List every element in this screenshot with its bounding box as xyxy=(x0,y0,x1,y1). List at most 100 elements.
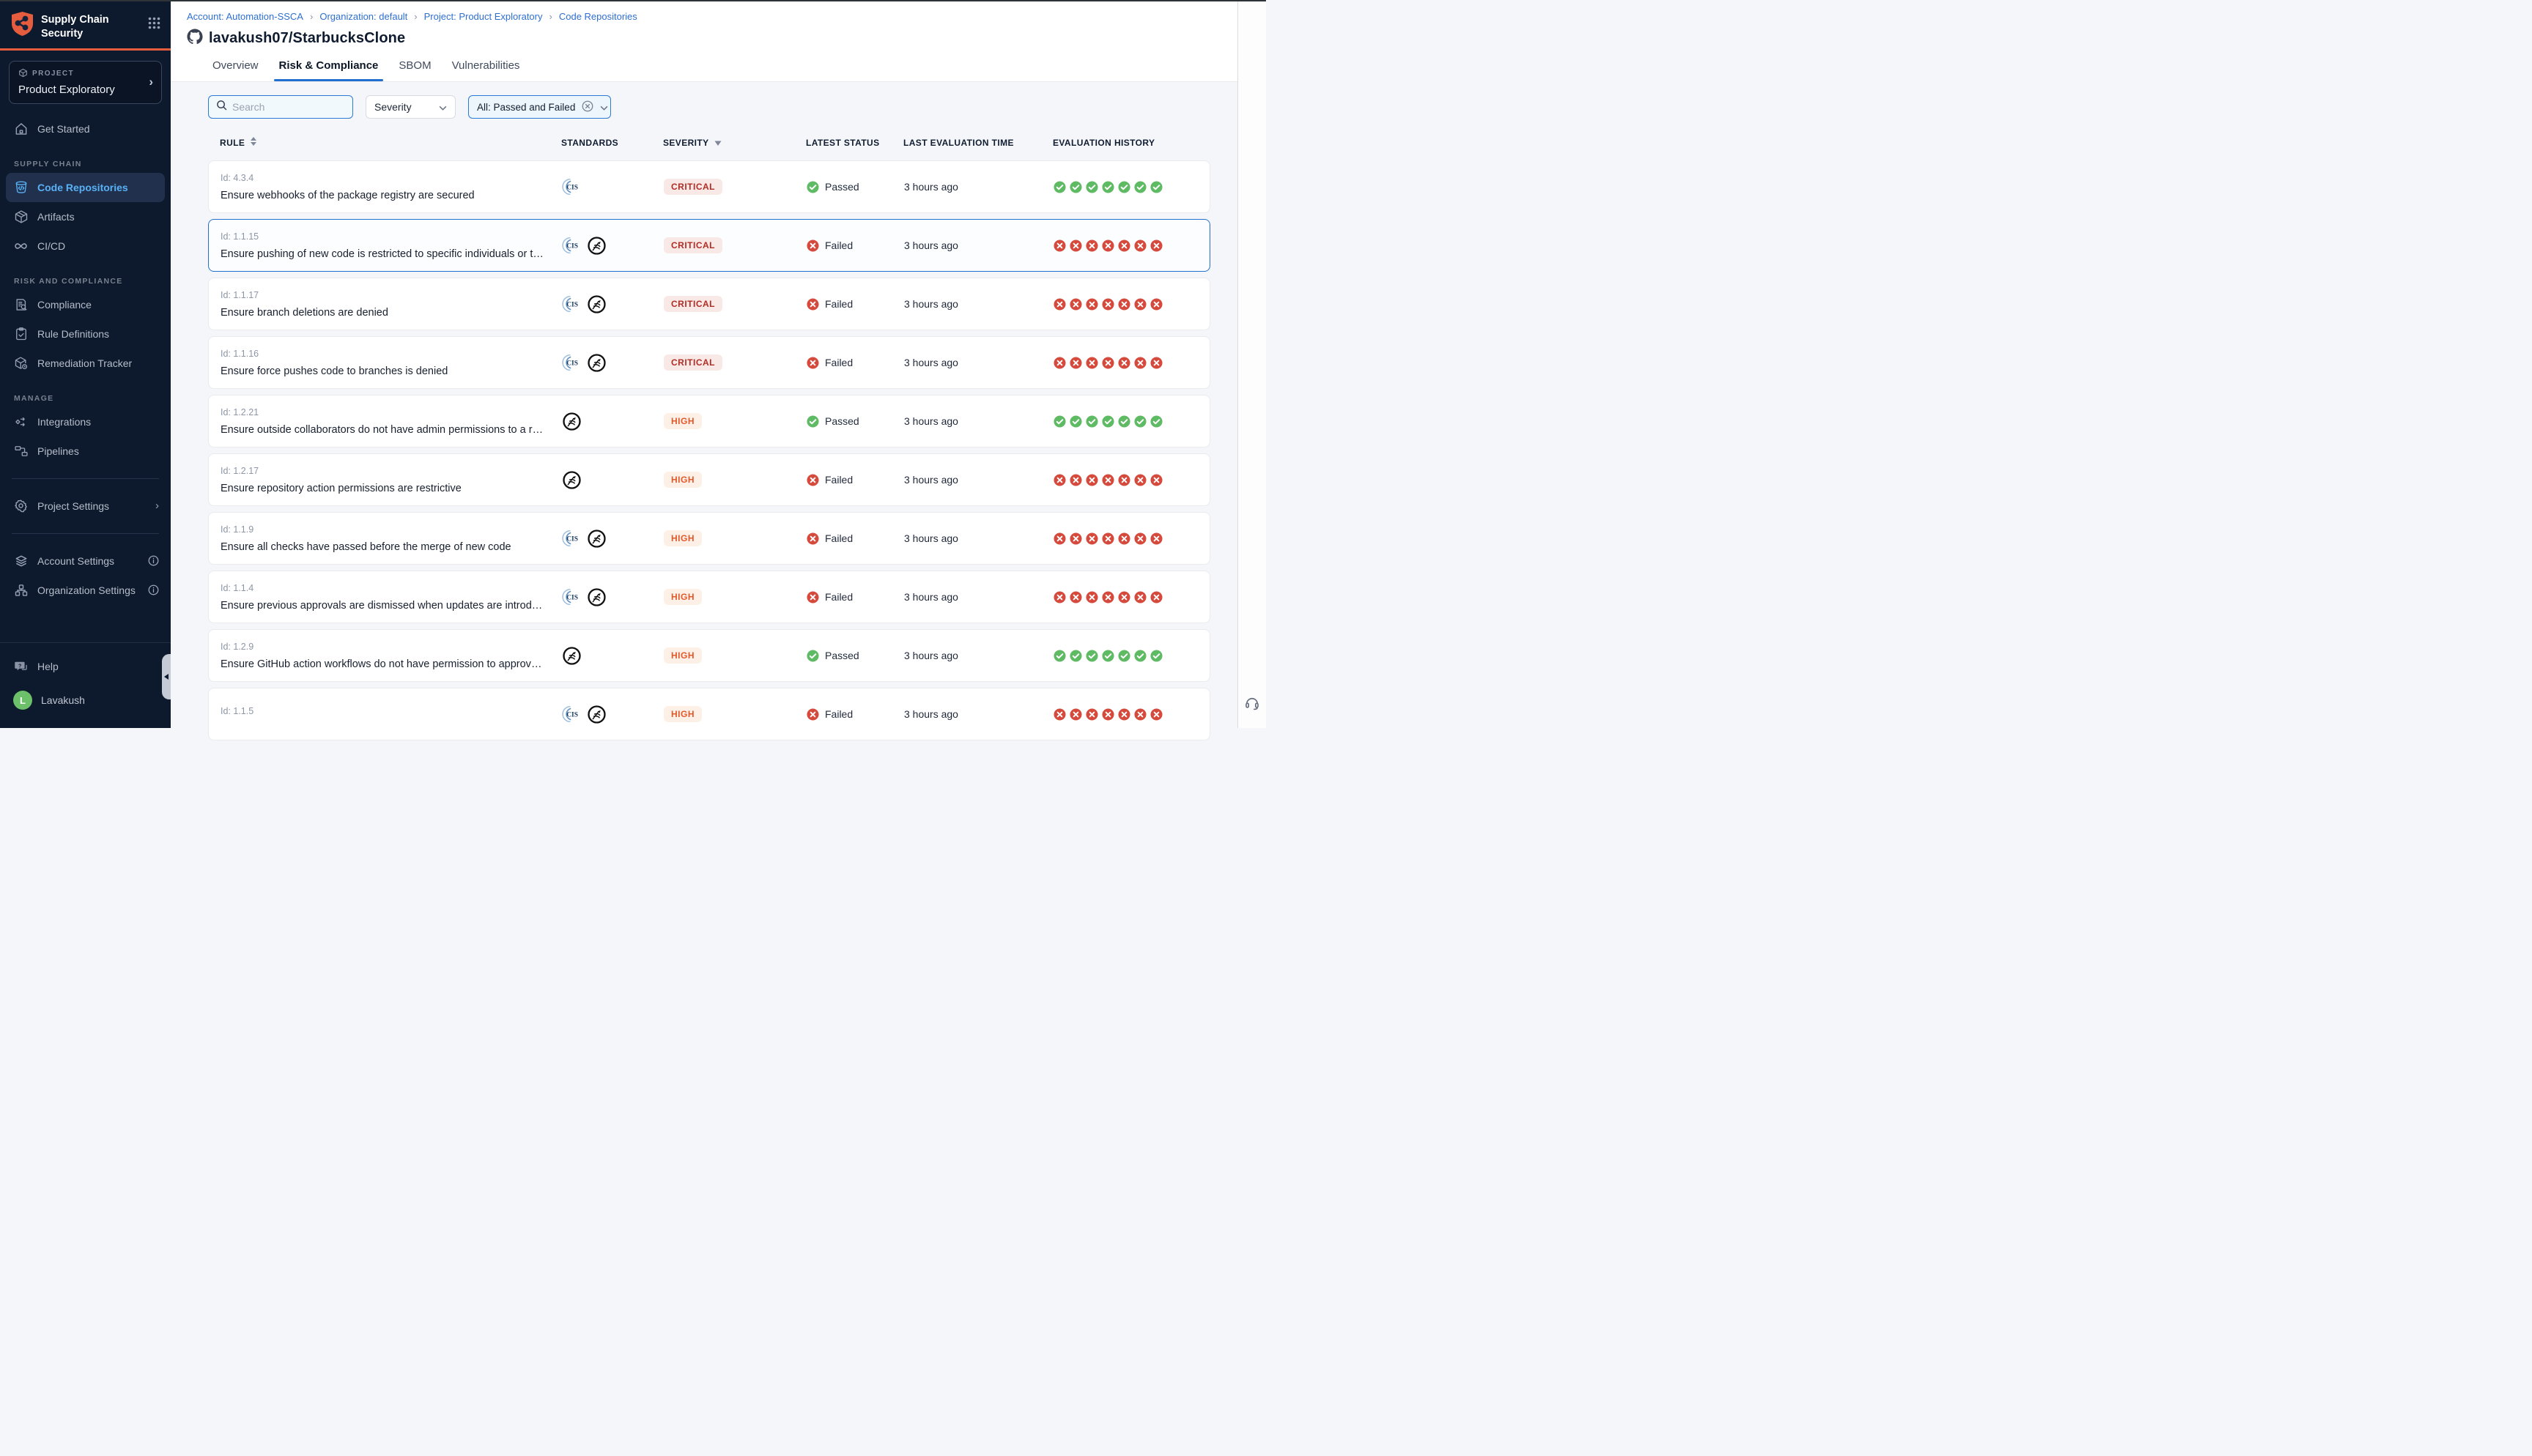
breadcrumb-item[interactable]: Account: Automation-SSCA xyxy=(187,11,303,22)
info-icon[interactable] xyxy=(148,555,159,566)
evaluation-fail-icon xyxy=(1102,532,1114,545)
tab-sbom[interactable]: SBOM xyxy=(397,59,432,81)
evaluation-fail-icon xyxy=(1102,474,1114,486)
sidebar-item-rule-definitions[interactable]: Rule Definitions xyxy=(6,319,165,349)
evaluation-fail-icon xyxy=(1086,591,1098,603)
severity-badge: HIGH xyxy=(664,472,702,488)
evaluation-history xyxy=(1054,708,1210,721)
rule-id: Id: 1.1.4 xyxy=(221,583,562,593)
evaluation-fail-icon xyxy=(1102,591,1114,603)
layers-gear-icon xyxy=(13,553,29,568)
severity-badge: HIGH xyxy=(664,413,702,429)
table-row[interactable]: Id: 1.1.15Ensure pushing of new code is … xyxy=(208,219,1210,272)
evaluation-fail-icon xyxy=(1118,357,1130,369)
svg-text:CIS: CIS xyxy=(566,360,578,368)
sidebar-section-label: RISK AND COMPLIANCE xyxy=(14,277,171,286)
status-failed-icon xyxy=(807,591,819,603)
tab-overview[interactable]: Overview xyxy=(211,59,260,81)
sidebar-item-user[interactable]: L Lavakush xyxy=(6,683,165,718)
column-header-evaluation-history: EVALUATION HISTORY xyxy=(1053,138,1155,148)
sidebar-item-compliance[interactable]: Compliance xyxy=(6,290,165,319)
module-switcher-icon[interactable] xyxy=(148,11,160,33)
evaluation-fail-icon xyxy=(1118,708,1130,721)
info-icon[interactable] xyxy=(148,584,159,595)
breadcrumb-item[interactable]: Code Repositories xyxy=(559,11,637,22)
right-gutter xyxy=(1237,1,1266,728)
table-row[interactable]: Id: 1.2.17Ensure repository action permi… xyxy=(208,453,1210,506)
evaluation-fail-icon xyxy=(1070,357,1082,369)
breadcrumb-item[interactable]: Organization: default xyxy=(319,11,407,22)
severity-filter-dropdown[interactable]: Severity xyxy=(366,95,456,119)
project-selector[interactable]: PROJECT Product Exploratory › xyxy=(9,61,162,104)
table-row[interactable]: Id: 1.2.9Ensure GitHub action workflows … xyxy=(208,629,1210,682)
evaluation-pass-icon xyxy=(1134,181,1147,193)
evaluation-history xyxy=(1054,591,1210,603)
standards-cell: CIS xyxy=(562,177,664,196)
table-header: RULE STANDARDS SEVERITY LATEST STATUS LA… xyxy=(208,136,1210,149)
breadcrumb-separator: › xyxy=(414,11,417,22)
project-label: PROJECT xyxy=(32,70,74,78)
sidebar-item-label: Rule Definitions xyxy=(37,328,109,340)
sidebar-item-help[interactable]: ? Help xyxy=(6,650,165,683)
gear-icon xyxy=(13,498,29,513)
sidebar-item-label: Compliance xyxy=(37,299,92,311)
sidebar-item-project-settings[interactable]: Project Settings › xyxy=(6,491,165,521)
clear-filter-icon[interactable] xyxy=(582,100,593,114)
sidebar-item-get-started[interactable]: Get Started xyxy=(6,114,165,144)
latest-status-cell: Failed xyxy=(807,532,904,545)
evaluation-fail-icon xyxy=(1134,298,1147,311)
owasp-badge xyxy=(587,705,607,724)
breadcrumb-separator: › xyxy=(549,11,552,22)
sidebar-item-remediation-tracker[interactable]: Remediation Tracker xyxy=(6,349,165,378)
support-headset-icon[interactable] xyxy=(1244,694,1261,715)
evaluation-fail-icon xyxy=(1054,532,1066,545)
evaluation-fail-icon xyxy=(1054,708,1066,721)
evaluation-fail-icon xyxy=(1054,357,1066,369)
sidebar-item-account-settings[interactable]: Account Settings xyxy=(6,546,165,576)
last-evaluation-time: 3 hours ago xyxy=(904,474,1054,486)
sidebar-item-pipelines[interactable]: Pipelines xyxy=(6,437,165,466)
sidebar-item-ci-cd[interactable]: CI/CD xyxy=(6,231,165,261)
column-header-rule: RULE xyxy=(220,138,245,148)
table-row[interactable]: Id: 1.1.4Ensure previous approvals are d… xyxy=(208,571,1210,623)
sidebar-item-label: Help xyxy=(37,661,59,672)
breadcrumb-item[interactable]: Project: Product Exploratory xyxy=(424,11,543,22)
table-row[interactable]: Id: 1.1.5CISHIGHFailed3 hours ago xyxy=(208,688,1210,740)
rule-sort-icon[interactable] xyxy=(250,136,257,149)
sidebar-item-integrations[interactable]: Integrations xyxy=(6,407,165,437)
sidebar-item-code-repositories[interactable]: Code Repositories xyxy=(6,173,165,202)
sidebar-item-label: Artifacts xyxy=(37,211,75,223)
sidebar-footer: ? Help L Lavakush xyxy=(0,642,171,728)
table-row[interactable]: Id: 1.2.21Ensure outside collaborators d… xyxy=(208,395,1210,447)
standards-cell xyxy=(562,470,664,490)
search-input[interactable] xyxy=(232,101,345,113)
standards-cell: CIS xyxy=(562,294,664,314)
evaluation-fail-icon xyxy=(1070,298,1082,311)
sidebar-section-label: SUPPLY CHAIN xyxy=(14,160,171,168)
table-row[interactable]: Id: 1.1.16Ensure force pushes code to br… xyxy=(208,336,1210,389)
severity-sort-desc-icon[interactable] xyxy=(714,138,722,148)
sidebar-collapse-handle[interactable] xyxy=(162,654,171,699)
last-evaluation-time: 3 hours ago xyxy=(904,415,1054,427)
evaluation-fail-icon xyxy=(1150,532,1163,545)
status-passed-icon xyxy=(807,415,819,428)
integrations-icon xyxy=(13,414,29,429)
status-filter-label: All: Passed and Failed xyxy=(477,102,575,113)
table-row[interactable]: Id: 1.1.9Ensure all checks have passed b… xyxy=(208,512,1210,565)
latest-status-cell: Failed xyxy=(807,298,904,311)
sidebar-item-organization-settings[interactable]: Organization Settings xyxy=(6,576,165,605)
evaluation-history xyxy=(1054,474,1210,486)
repo-icon xyxy=(13,179,29,195)
tab-vulnerabilities[interactable]: Vulnerabilities xyxy=(451,59,522,81)
table-row[interactable]: Id: 4.3.4Ensure webhooks of the package … xyxy=(208,160,1210,213)
latest-status-cell: Failed xyxy=(807,239,904,252)
tab-risk-compliance[interactable]: Risk & Compliance xyxy=(278,59,380,81)
table-row[interactable]: Id: 1.1.17Ensure branch deletions are de… xyxy=(208,278,1210,330)
sidebar-item-label: Code Repositories xyxy=(37,182,128,193)
status-label: Failed xyxy=(825,239,853,251)
sidebar-item-artifacts[interactable]: Artifacts xyxy=(6,202,165,231)
evaluation-fail-icon xyxy=(1150,708,1163,721)
evaluation-fail-icon xyxy=(1086,532,1098,545)
status-passed-icon xyxy=(807,181,819,193)
status-filter-dropdown[interactable]: All: Passed and Failed xyxy=(468,95,611,119)
